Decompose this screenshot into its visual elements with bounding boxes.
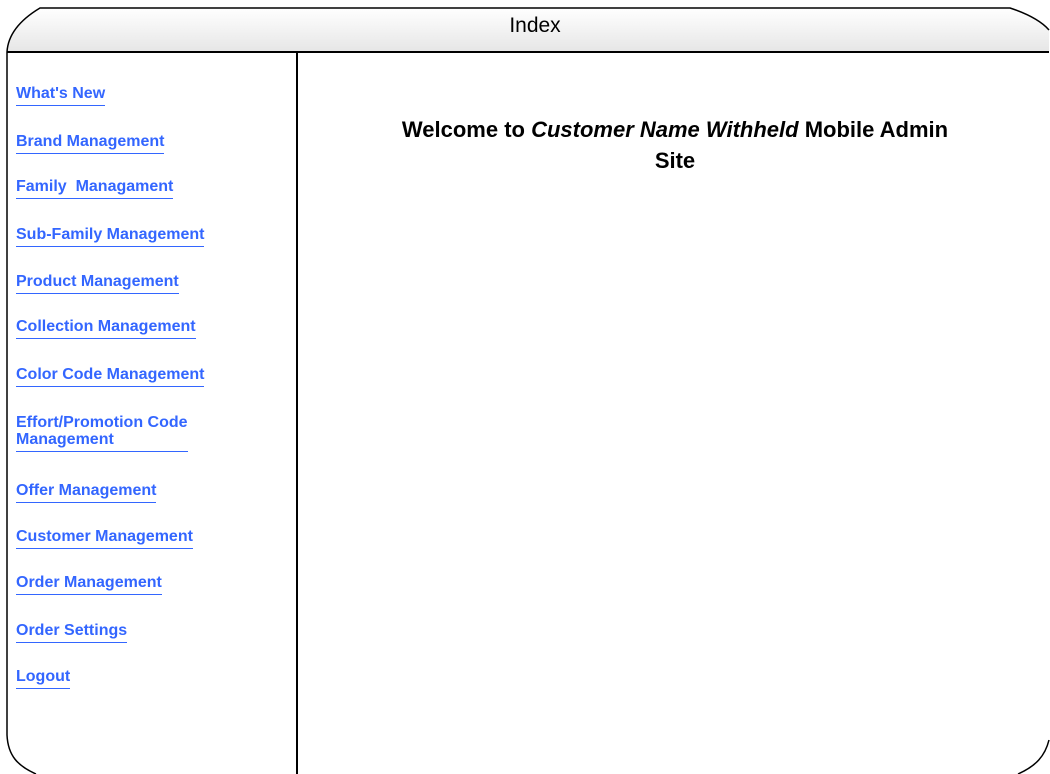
sidebar-link-brand-management[interactable]: Brand Management — [16, 133, 165, 154]
sidebar-link-customer-management[interactable]: Customer Management — [16, 528, 193, 549]
sidebar-link-order-settings[interactable]: Order Settings — [16, 622, 128, 643]
welcome-line2: Site — [654, 148, 696, 173]
sidebar-link-product-management[interactable]: Product Management — [16, 273, 179, 294]
sidebar-link-sub-family-management[interactable]: Sub-Family Management — [16, 226, 205, 247]
window-title: Index — [509, 14, 561, 37]
welcome-heading: Welcome to Customer Name Withheld Mobile… — [325, 114, 1025, 176]
sidebar-link-line2: Management — [16, 431, 114, 448]
welcome-prefix: Welcome to — [401, 117, 532, 142]
sidebar-link-logout[interactable]: Logout — [16, 668, 71, 689]
sidebar-link-color-code-management[interactable]: Color Code Management — [16, 366, 205, 387]
welcome-suffix: Mobile Admin — [798, 117, 949, 142]
sidebar-link-collection-management[interactable]: Collection Management — [16, 318, 196, 339]
sidebar-link-order-management[interactable]: Order Management — [16, 574, 162, 595]
sidebar-link-whats-new[interactable]: What's New — [16, 85, 106, 106]
sidebar-link-offer-management[interactable]: Offer Management — [16, 482, 157, 503]
sidebar-link-effort-promotion-code-management[interactable]: Effort/Promotion Code Management — [16, 414, 188, 452]
customer-name: Customer Name Withheld — [531, 117, 799, 142]
sidebar-link-line1: Effort/Promotion Code — [16, 414, 188, 431]
sidebar-link-family-management[interactable]: Family Managament — [16, 178, 174, 199]
